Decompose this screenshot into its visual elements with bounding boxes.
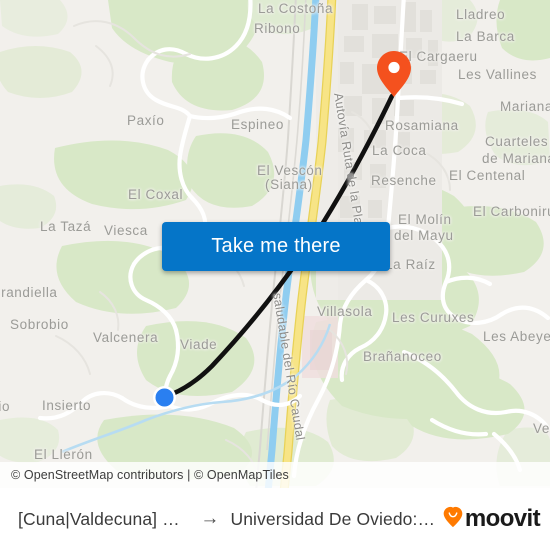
moovit-logo[interactable]: moovit — [442, 505, 541, 533]
origin-location-dot[interactable] — [152, 385, 177, 410]
arrow-right-icon: → — [200, 508, 220, 529]
take-me-there-button[interactable]: Take me there — [162, 222, 390, 271]
trip-destination-label: Universidad De Oviedo: Ca... — [230, 508, 436, 529]
trip-endpoints[interactable]: [Cuna|Valdecuna] Cun... → Universidad De… — [18, 508, 436, 530]
attribution-text: © OpenStreetMap contributors | © OpenMap… — [11, 468, 289, 482]
map-attribution[interactable]: © OpenStreetMap contributors | © OpenMap… — [0, 462, 550, 488]
trip-summary-bar: [Cuna|Valdecuna] Cun... → Universidad De… — [0, 488, 550, 550]
destination-pin[interactable] — [375, 50, 413, 98]
moovit-wordmark: moovit — [464, 505, 541, 532]
trip-origin-label: [Cuna|Valdecuna] Cun... — [18, 508, 189, 529]
moovit-trip-screen: La Costoña Ribono Lladreo La Barca El Cargae… — [0, 0, 550, 550]
moovit-heart-pin-icon — [442, 506, 464, 533]
take-me-there-label: Take me there — [211, 235, 341, 257]
